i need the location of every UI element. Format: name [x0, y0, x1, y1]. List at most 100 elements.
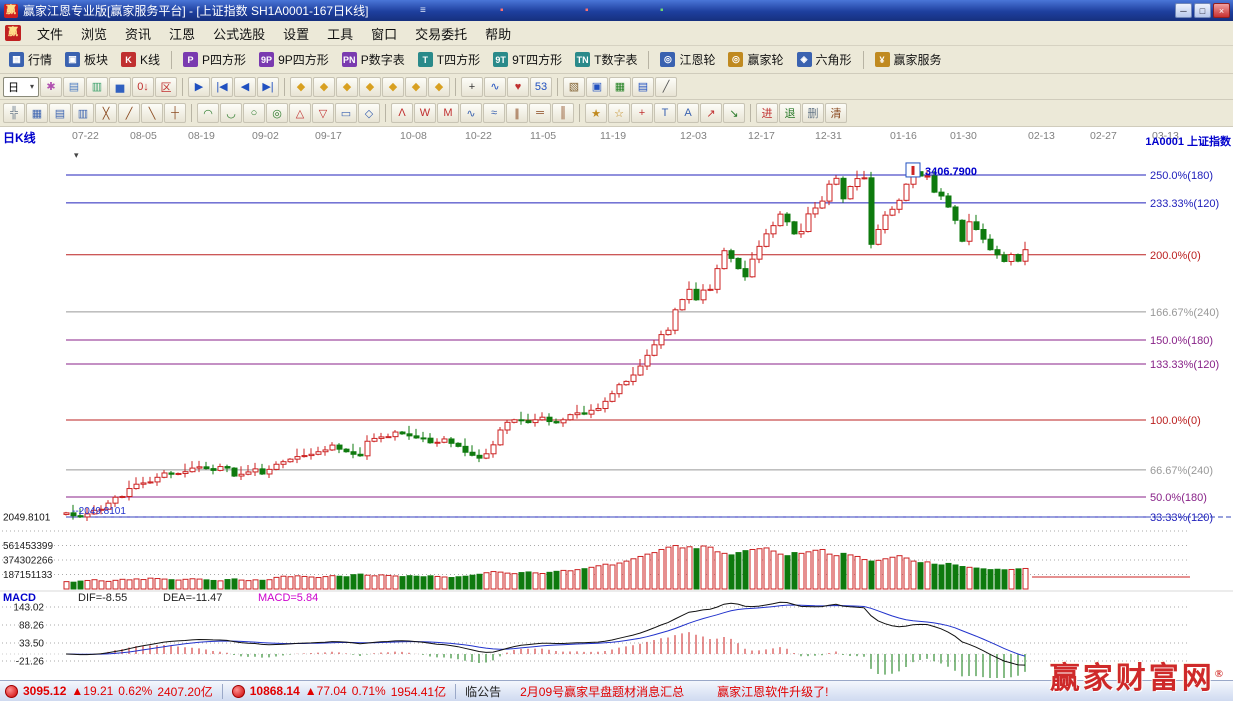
toolbar-button-hexagon[interactable]: ◈六角形: [791, 49, 858, 70]
menu-item-8[interactable]: 窗口: [362, 21, 406, 46]
titlebar-quick-icon-1[interactable]: ≡: [420, 3, 426, 18]
gann-diamond-2-button[interactable]: ◆: [313, 77, 335, 97]
news-item-2[interactable]: 赢家江恩软件升级了!: [717, 683, 828, 700]
step-next-button[interactable]: ▶|: [257, 77, 279, 97]
w-wave-button[interactable]: W: [414, 103, 436, 123]
toolbar-button-t-number-table[interactable]: TNT数字表: [569, 49, 643, 70]
toolbar-button-gann-wheel[interactable]: ◎江恩轮: [654, 49, 721, 70]
zoom-in-bars-button[interactable]: 进: [756, 103, 778, 123]
sh-index-icon[interactable]: [5, 685, 18, 698]
favorite-button[interactable]: ♥: [507, 77, 529, 97]
crosshair-button[interactable]: +: [461, 77, 483, 97]
circle-tool-button[interactable]: ○: [243, 103, 265, 123]
gann-diamond-7-button[interactable]: ◆: [428, 77, 450, 97]
gann-diamond-6-button[interactable]: ◆: [405, 77, 427, 97]
toolbar-button-t-square[interactable]: TT四方形: [412, 49, 486, 70]
v-channel-button[interactable]: ║: [552, 103, 574, 123]
wave-tool-button[interactable]: ∿: [484, 77, 506, 97]
gann-diamond-4-button[interactable]: ◆: [359, 77, 381, 97]
gann-grid-button[interactable]: ╬: [3, 103, 25, 123]
menu-item-9[interactable]: 交易委托: [406, 21, 476, 46]
m-wave-button[interactable]: M: [437, 103, 459, 123]
menu-item-3[interactable]: 资讯: [116, 21, 160, 46]
v-grid-button[interactable]: ▥: [72, 103, 94, 123]
style-flower-button[interactable]: ✱: [40, 77, 62, 97]
play-forward-button[interactable]: ▶: [188, 77, 210, 97]
toolbar-button-p-square[interactable]: PP四方形: [177, 49, 252, 70]
toolbar-button-quotes[interactable]: ▦行情: [3, 49, 58, 70]
label-tool-button[interactable]: A: [677, 103, 699, 123]
parallel-channel-button[interactable]: ∥: [506, 103, 528, 123]
sine-tool-icon: ∿: [466, 107, 475, 120]
cycle-rings-button[interactable]: ◎: [266, 103, 288, 123]
h-grid-button[interactable]: ▤: [49, 103, 71, 123]
cross-lines-button[interactable]: ╳: [95, 103, 117, 123]
news-label[interactable]: 临公告: [465, 683, 501, 700]
toolbar-button-kline[interactable]: KK线: [115, 49, 166, 70]
arc-up-button[interactable]: ◠: [197, 103, 219, 123]
close-button[interactable]: ×: [1213, 3, 1230, 18]
text-tool-button[interactable]: T: [654, 103, 676, 123]
info-panel-button[interactable]: ▤: [63, 77, 85, 97]
toolbar-button-9t-square[interactable]: 9T9T四方形: [487, 49, 568, 70]
toolbar-button-9p-square[interactable]: 9P9P四方形: [253, 49, 335, 70]
triangle-up-button[interactable]: △: [289, 103, 311, 123]
pane-period-label[interactable]: 日K线: [3, 129, 36, 146]
trend-up-line-button[interactable]: ╱: [118, 103, 140, 123]
sine-tool-button[interactable]: ∿: [460, 103, 482, 123]
toolbar-button-sectors[interactable]: ▣板块: [59, 49, 114, 70]
step-back-button[interactable]: ◀: [234, 77, 256, 97]
grid-green-button[interactable]: ▦: [609, 77, 631, 97]
panel-box-button[interactable]: ▣: [586, 77, 608, 97]
titlebar-quick-icon-3[interactable]: ▪: [585, 3, 589, 18]
cross-line-button[interactable]: ┼: [164, 103, 186, 123]
menu-item-4[interactable]: 江恩: [160, 21, 204, 46]
wave-53-button[interactable]: 53: [530, 77, 552, 97]
data-table-button[interactable]: ▥: [86, 77, 108, 97]
zoom-out-bars-button[interactable]: 退: [779, 103, 801, 123]
arrow-down-marker-button[interactable]: ↘: [723, 103, 745, 123]
h-channel-button[interactable]: ═: [529, 103, 551, 123]
minimize-button[interactable]: ─: [1175, 3, 1192, 18]
step-first-button[interactable]: |◀: [211, 77, 233, 97]
toolbar-separator: [385, 104, 386, 122]
diamond-tool-button[interactable]: ◇: [358, 103, 380, 123]
delete-drawing-button[interactable]: 删: [802, 103, 824, 123]
region-select-button[interactable]: 区: [155, 77, 177, 97]
draw-line-button[interactable]: ╱: [655, 77, 677, 97]
zigzag-tool-button[interactable]: Λ: [391, 103, 413, 123]
zero-axis-button[interactable]: 0↓: [132, 77, 154, 97]
menu-item-1[interactable]: 文件: [28, 21, 72, 46]
rectangle-tool-button[interactable]: ▭: [335, 103, 357, 123]
star-marker-button[interactable]: ★: [585, 103, 607, 123]
triangle-down-button[interactable]: ▽: [312, 103, 334, 123]
sz-index-icon[interactable]: [232, 685, 245, 698]
menu-item-2[interactable]: 浏览: [72, 21, 116, 46]
hatch-area-button[interactable]: ▧: [563, 77, 585, 97]
toolbar-button-winner-service[interactable]: ¥赢家服务: [869, 49, 948, 70]
volume-toggle-button[interactable]: ▅: [109, 77, 131, 97]
gann-diamond-5-button[interactable]: ◆: [382, 77, 404, 97]
menu-item-7[interactable]: 工具: [318, 21, 362, 46]
double-wave-button[interactable]: ≈: [483, 103, 505, 123]
square-grid-button[interactable]: ▦: [26, 103, 48, 123]
clear-drawings-button[interactable]: 清: [825, 103, 847, 123]
menu-item-6[interactable]: 设置: [274, 21, 318, 46]
news-item-1[interactable]: 2月09号赢家早盘题材消息汇总: [520, 683, 684, 700]
titlebar-quick-icon-4[interactable]: ▪: [660, 3, 664, 18]
gann-diamond-3-button[interactable]: ◆: [336, 77, 358, 97]
star-outline-button[interactable]: ☆: [608, 103, 630, 123]
layout-rows-button[interactable]: ▤: [632, 77, 654, 97]
toolbar-button-winner-wheel[interactable]: ◎赢家轮: [722, 49, 789, 70]
plus-marker-button[interactable]: +: [631, 103, 653, 123]
arc-down-button[interactable]: ◡: [220, 103, 242, 123]
menu-item-5[interactable]: 公式选股: [204, 21, 274, 46]
toolbar-button-p-number-table[interactable]: PNP数字表: [336, 49, 411, 70]
maximize-button[interactable]: □: [1194, 3, 1211, 18]
gann-diamond-1-button[interactable]: ◆: [290, 77, 312, 97]
arrow-up-marker-button[interactable]: ↗: [700, 103, 722, 123]
period-day-selector-button[interactable]: 日▾: [3, 77, 39, 97]
menu-item-10[interactable]: 帮助: [476, 21, 520, 46]
titlebar-quick-icon-2[interactable]: ▪: [500, 3, 504, 18]
trend-down-line-button[interactable]: ╲: [141, 103, 163, 123]
